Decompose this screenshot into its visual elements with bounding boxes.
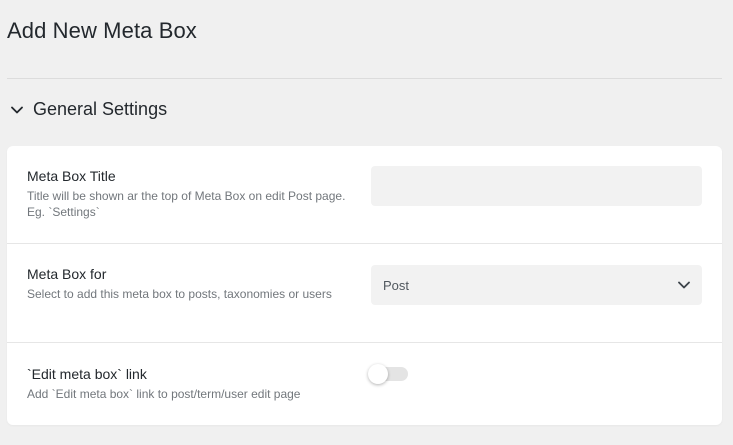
field-label: `Edit meta box` link bbox=[27, 366, 147, 382]
field-row-meta-box-for: Meta Box for Select to add this meta box… bbox=[7, 244, 722, 343]
field-row-edit-link: `Edit meta box` link Add `Edit meta box`… bbox=[7, 343, 722, 425]
chevron-down-icon bbox=[678, 276, 690, 294]
meta-box-for-select[interactable]: Post bbox=[371, 265, 702, 305]
select-value: Post bbox=[383, 277, 410, 293]
field-info: Meta Box for Select to add this meta box… bbox=[27, 265, 347, 302]
field-description: Add `Edit meta box` link to post/term/us… bbox=[27, 387, 301, 401]
field-row-title: Meta Box Title Title will be shown ar th… bbox=[7, 146, 722, 244]
field-label: Meta Box Title bbox=[27, 168, 116, 184]
general-settings-toggle[interactable]: General Settings bbox=[9, 99, 167, 120]
edit-link-toggle[interactable] bbox=[368, 364, 408, 384]
general-settings-card: Meta Box Title Title will be shown ar th… bbox=[7, 146, 722, 425]
toggle-knob bbox=[368, 364, 388, 384]
field-info: Meta Box Title Title will be shown ar th… bbox=[27, 167, 347, 220]
field-description: Title will be shown ar the top of Meta B… bbox=[27, 189, 346, 219]
field-label: Meta Box for bbox=[27, 266, 107, 282]
field-info: `Edit meta box` link Add `Edit meta box`… bbox=[27, 365, 347, 402]
section-title: General Settings bbox=[33, 99, 168, 119]
page-title: Add New Meta Box bbox=[7, 18, 197, 43]
page: Add New Meta Box General Settings Meta B… bbox=[0, 0, 733, 445]
meta-box-title-input[interactable] bbox=[371, 166, 702, 206]
header-divider bbox=[7, 78, 722, 79]
chevron-down-icon bbox=[9, 102, 25, 118]
field-description: Select to add this meta box to posts, ta… bbox=[27, 287, 332, 301]
